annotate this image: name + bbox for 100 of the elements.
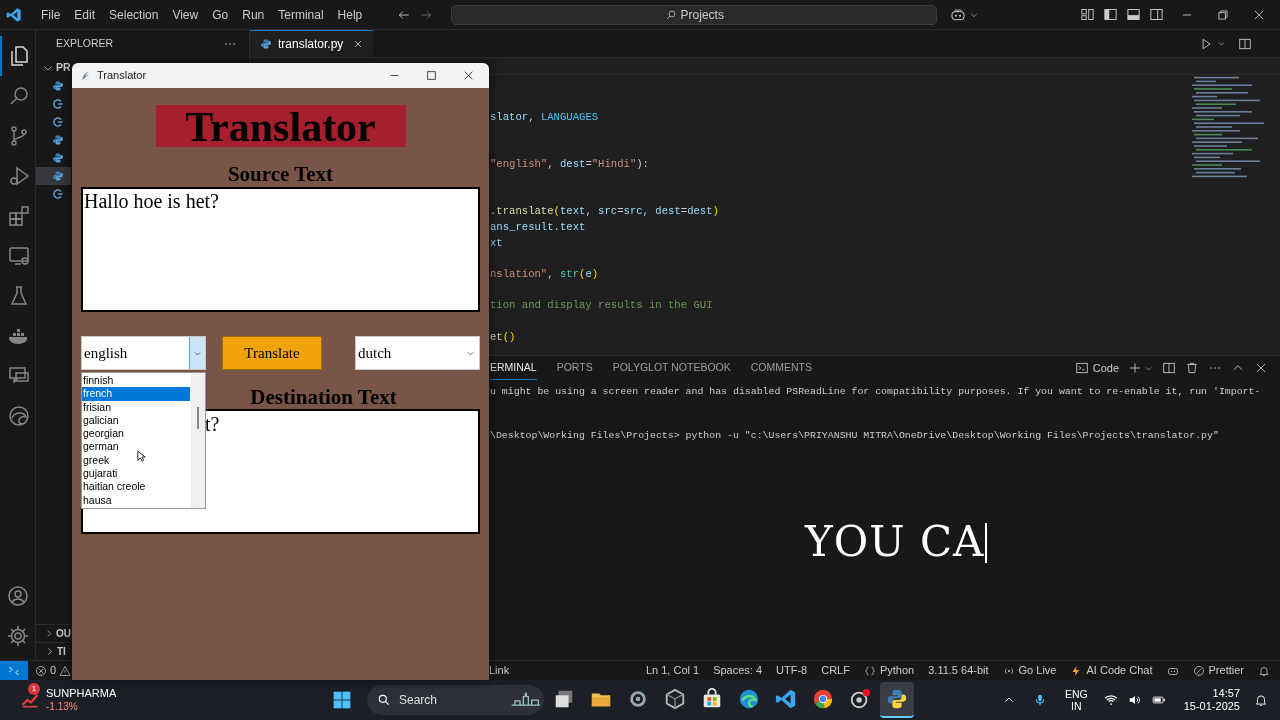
menu-item[interactable]: Selection <box>102 5 166 24</box>
status-item[interactable]: AI Code Chat <box>1070 662 1153 679</box>
notification-badge: 1 <box>28 683 40 695</box>
taskbar-app[interactable] <box>880 682 914 718</box>
blocks-icon[interactable] <box>6 204 31 228</box>
account-icon[interactable] <box>5 584 30 608</box>
braces-icon <box>863 664 876 677</box>
status-item[interactable]: Go Live <box>1002 662 1057 679</box>
status-item[interactable]: Prettier <box>1192 662 1244 679</box>
menu-item[interactable]: Terminal <box>271 5 331 24</box>
search-icon <box>664 8 677 21</box>
status-link[interactable]: Link <box>489 662 510 679</box>
panel-tab[interactable]: PORTS <box>556 356 593 380</box>
battery-icon[interactable] <box>1151 693 1166 707</box>
code-line: nslation", str(e) <box>490 266 599 282</box>
status-item[interactable]: Spaces: 4 <box>713 662 763 679</box>
wifi-icon[interactable] <box>1103 693 1118 707</box>
scrollbar-thumb[interactable] <box>197 407 199 429</box>
panel-tab[interactable]: ERMINAL <box>490 356 537 380</box>
collapsed-section[interactable]: OU <box>36 624 71 642</box>
window-title: Translator <box>97 68 147 84</box>
dropdown-list[interactable]: finnish french frisian galician georgian german greek gujarati haitian creole hausa <box>81 372 206 509</box>
error-icon <box>35 664 47 677</box>
scrollbar[interactable] <box>191 373 205 508</box>
clock[interactable]: 14:57 15-01-2025 <box>1183 687 1240 713</box>
plus-icon[interactable] <box>1128 361 1142 375</box>
close-icon[interactable] <box>353 39 364 49</box>
source-language-combobox[interactable]: english <box>81 336 206 370</box>
panel-tab[interactable]: COMMENTS <box>750 356 812 380</box>
settings-icon[interactable] <box>5 624 30 648</box>
dropdown-option[interactable]: finnish <box>82 374 190 388</box>
menu-item[interactable]: Run <box>235 5 272 24</box>
code-line: ans_result.text <box>490 219 586 235</box>
file-row[interactable] <box>36 167 71 185</box>
dropdown-option[interactable]: german <box>82 440 190 454</box>
settings-icon <box>627 688 649 710</box>
shopping-bag-icon <box>701 688 723 710</box>
destination-language-combobox[interactable]: dutch <box>355 336 480 370</box>
menu-item[interactable]: Go <box>205 5 236 24</box>
run-icon[interactable] <box>1199 36 1213 51</box>
code-line: et() <box>490 329 516 345</box>
section-label: Destination Text <box>250 384 397 410</box>
command-center-search[interactable]: Projects <box>451 4 938 25</box>
menu-item[interactable]: View <box>165 5 206 24</box>
copilot-icon[interactable] <box>949 6 968 23</box>
dropdown-option[interactable]: hausa <box>82 493 190 507</box>
section-label: Source Text <box>227 161 334 187</box>
menu-item[interactable]: File <box>34 5 68 24</box>
remote-button[interactable] <box>0 660 28 681</box>
secondary-sidebar-icon[interactable] <box>1149 7 1164 22</box>
status-item[interactable]: Python <box>863 662 915 679</box>
problems-indicator[interactable]: 0 <box>35 662 72 679</box>
terminal-line: u might be using a screen reader and has disabled PSReadLine for compatibility purposes. If you want to re-enable it, run 'Import- <box>490 385 1261 399</box>
taskbar-search[interactable]: Search <box>367 685 544 715</box>
close-icon[interactable] <box>1254 361 1268 375</box>
status-item[interactable]: Ln 1, Col 1 <box>645 662 700 679</box>
split-icon[interactable] <box>1162 361 1176 375</box>
menu-item[interactable]: Edit <box>67 5 103 24</box>
sidebar-toggle-icon[interactable] <box>1103 7 1118 22</box>
folder-name: PR <box>56 60 71 76</box>
dropdown-option[interactable]: georgian <box>82 427 190 441</box>
status-item[interactable]: 3.11.5 64-bit <box>928 662 989 679</box>
translate-button[interactable]: Translate <box>222 336 322 370</box>
terminal-profile[interactable]: Code <box>1092 359 1119 377</box>
restore-icon[interactable] <box>1216 7 1230 22</box>
mouse-pointer-icon <box>137 450 147 464</box>
dropdown-option[interactable]: greek <box>82 453 190 468</box>
stock-change: -1.13% <box>46 700 79 713</box>
status-item[interactable]: UTF-8 <box>776 662 808 679</box>
close-icon[interactable] <box>462 69 475 82</box>
warning-icon <box>59 664 72 677</box>
bell-icon[interactable] <box>1258 664 1270 677</box>
panel-toggle-icon[interactable] <box>1126 7 1141 22</box>
dropdown-option[interactable]: french <box>82 387 190 401</box>
search-icon <box>377 693 391 707</box>
bell-icon[interactable] <box>1254 693 1268 707</box>
status-item[interactable]: CRLF <box>821 662 850 679</box>
split-editor-icon[interactable] <box>1238 36 1252 51</box>
app-logo-icon[interactable] <box>6 6 22 23</box>
remote-icon <box>8 664 20 677</box>
layout-icon[interactable] <box>1080 7 1095 22</box>
dropdown-option[interactable]: haitian creole <box>82 480 190 494</box>
trash-icon[interactable] <box>1185 361 1199 375</box>
panel-tab[interactable]: POLYGLOT NOTEBOOK <box>612 356 731 380</box>
menu-item[interactable]: Help <box>330 5 370 24</box>
swirl-icon[interactable] <box>6 404 31 428</box>
feather-icon <box>886 688 908 710</box>
language-indicator[interactable]: ENG IN <box>1064 688 1088 712</box>
arrow-file-icon <box>52 188 64 200</box>
monitor-icon[interactable] <box>6 244 31 268</box>
maximize-icon[interactable] <box>425 69 438 82</box>
terminal-icon[interactable] <box>1074 361 1089 375</box>
editor-tab[interactable]: translator.py <box>250 30 374 57</box>
volume-icon[interactable] <box>1127 693 1142 707</box>
folder-header[interactable]: PR <box>36 59 71 77</box>
windows-start-icon[interactable] <box>332 690 352 710</box>
python-file-icon <box>52 152 64 164</box>
source-text-box[interactable]: Hallo hoe is het? <box>81 187 480 312</box>
dropdown-option[interactable]: gujarati <box>82 467 190 481</box>
dropdown-option[interactable]: galician <box>82 413 190 428</box>
